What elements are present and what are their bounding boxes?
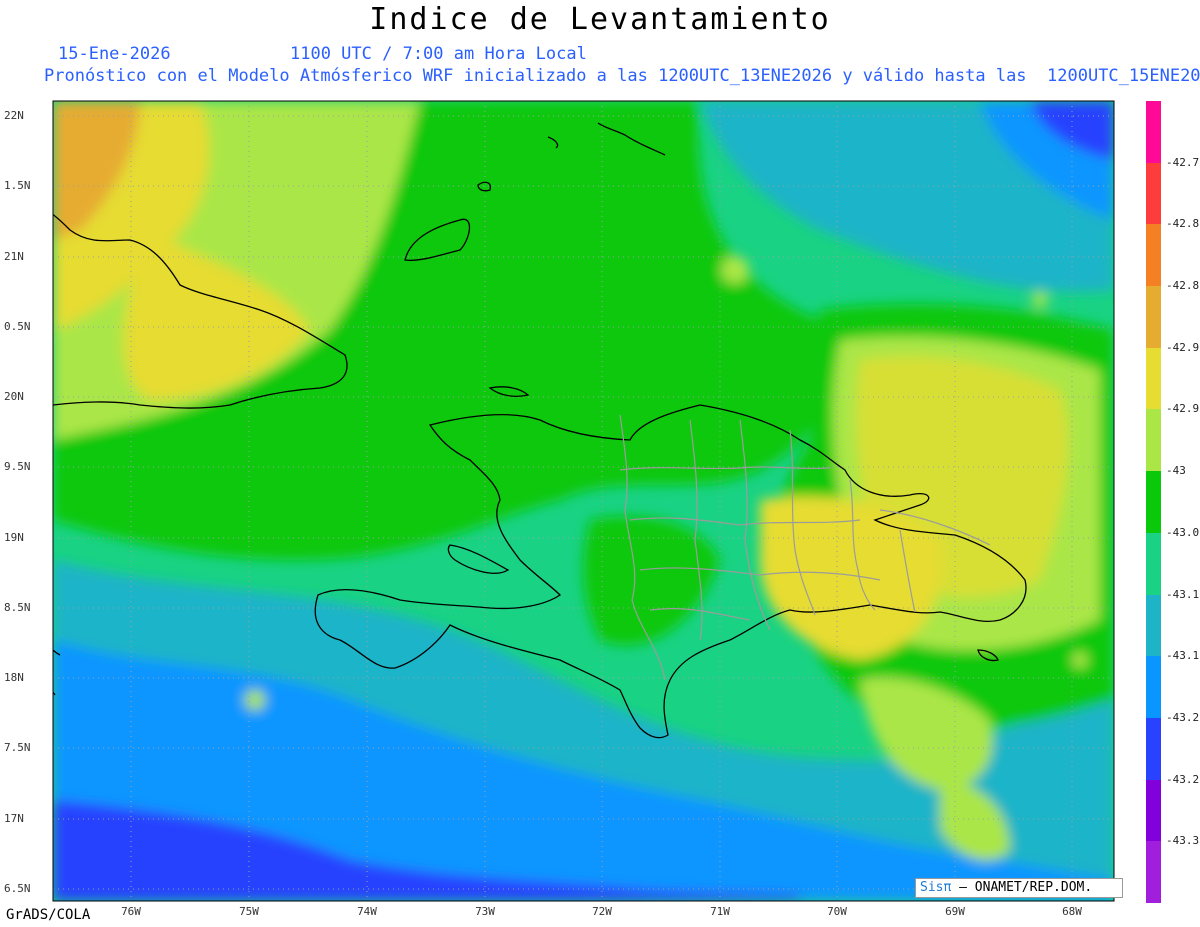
- lat-label: 22N: [4, 109, 24, 122]
- colorbar-swatch: [1146, 471, 1161, 533]
- lon-label: 75W: [239, 905, 259, 918]
- lat-label: 6.5N: [4, 882, 31, 895]
- colorbar-swatch: [1146, 409, 1161, 472]
- lon-label: 72W: [592, 905, 612, 918]
- colorbar-swatch: [1146, 841, 1161, 903]
- colorbar-label: -43.1: [1166, 649, 1200, 663]
- lat-label: 1.5N: [4, 179, 31, 192]
- colorbar-swatch: [1146, 101, 1161, 163]
- lat-label: 7.5N: [4, 741, 31, 754]
- credit-text: – ONAMET/REP.DOM.: [959, 880, 1093, 895]
- colorbar-label: -43.2: [1166, 772, 1200, 786]
- forecast-map: [52, 100, 1115, 902]
- lat-label: 20N: [4, 390, 24, 403]
- colorbar-label: -43.2: [1166, 710, 1200, 724]
- lon-label: 73W: [475, 905, 495, 918]
- valid-date: 15-Ene-2026: [58, 44, 171, 64]
- valid-time: 1100 UTC / 7:00 am Hora Local: [290, 44, 587, 64]
- lon-label: 69W: [945, 905, 965, 918]
- colorbar-swatch: [1146, 224, 1161, 287]
- lat-label: 18N: [4, 671, 24, 684]
- colorbar-label: -42.7: [1166, 155, 1200, 169]
- lon-label: 76W: [121, 905, 141, 918]
- map-title: Indice de Levantamiento: [369, 2, 831, 37]
- lon-label: 71W: [710, 905, 730, 918]
- colorbar-swatch: [1146, 594, 1161, 657]
- lat-label: 9.5N: [4, 460, 31, 473]
- colorbar-label: -43.3: [1166, 834, 1200, 848]
- lon-label: 68W: [1062, 905, 1082, 918]
- lat-label: 8.5N: [4, 601, 31, 614]
- forecast-description: Pronóstico con el Modelo Atmósferico WRF…: [44, 66, 1200, 86]
- colorbar-swatch: [1146, 162, 1161, 225]
- lat-label: 19N: [4, 531, 24, 544]
- colorbar-swatch: [1146, 656, 1161, 718]
- colorbar-label: -42.9: [1166, 402, 1200, 416]
- lon-label: 74W: [357, 905, 377, 918]
- credit-box: Sisπ – ONAMET/REP.DOM.: [915, 878, 1123, 898]
- colorbar-label: -42.8: [1166, 217, 1200, 231]
- colorbar-swatch: [1146, 532, 1161, 595]
- lat-label: 21N: [4, 250, 24, 263]
- colorbar-label: -42.8: [1166, 279, 1200, 293]
- lat-label: 0.5N: [4, 320, 31, 333]
- sispi-logo: Sisπ: [920, 880, 952, 895]
- lon-label: 70W: [827, 905, 847, 918]
- colorbar-swatch: [1146, 347, 1161, 410]
- colorbar-label: -42.9: [1166, 340, 1200, 354]
- lat-label: 17N: [4, 812, 24, 825]
- colorbar-label: -43.0: [1166, 525, 1200, 539]
- grads-label: GrADS/COLA: [6, 907, 91, 923]
- colorbar-label: -43: [1166, 464, 1186, 478]
- colorbar-swatch: [1146, 779, 1161, 842]
- colorbar-swatch: [1146, 286, 1161, 348]
- colorbar: [1146, 101, 1161, 903]
- colorbar-label: -43.1: [1166, 587, 1200, 601]
- colorbar-swatch: [1146, 717, 1161, 780]
